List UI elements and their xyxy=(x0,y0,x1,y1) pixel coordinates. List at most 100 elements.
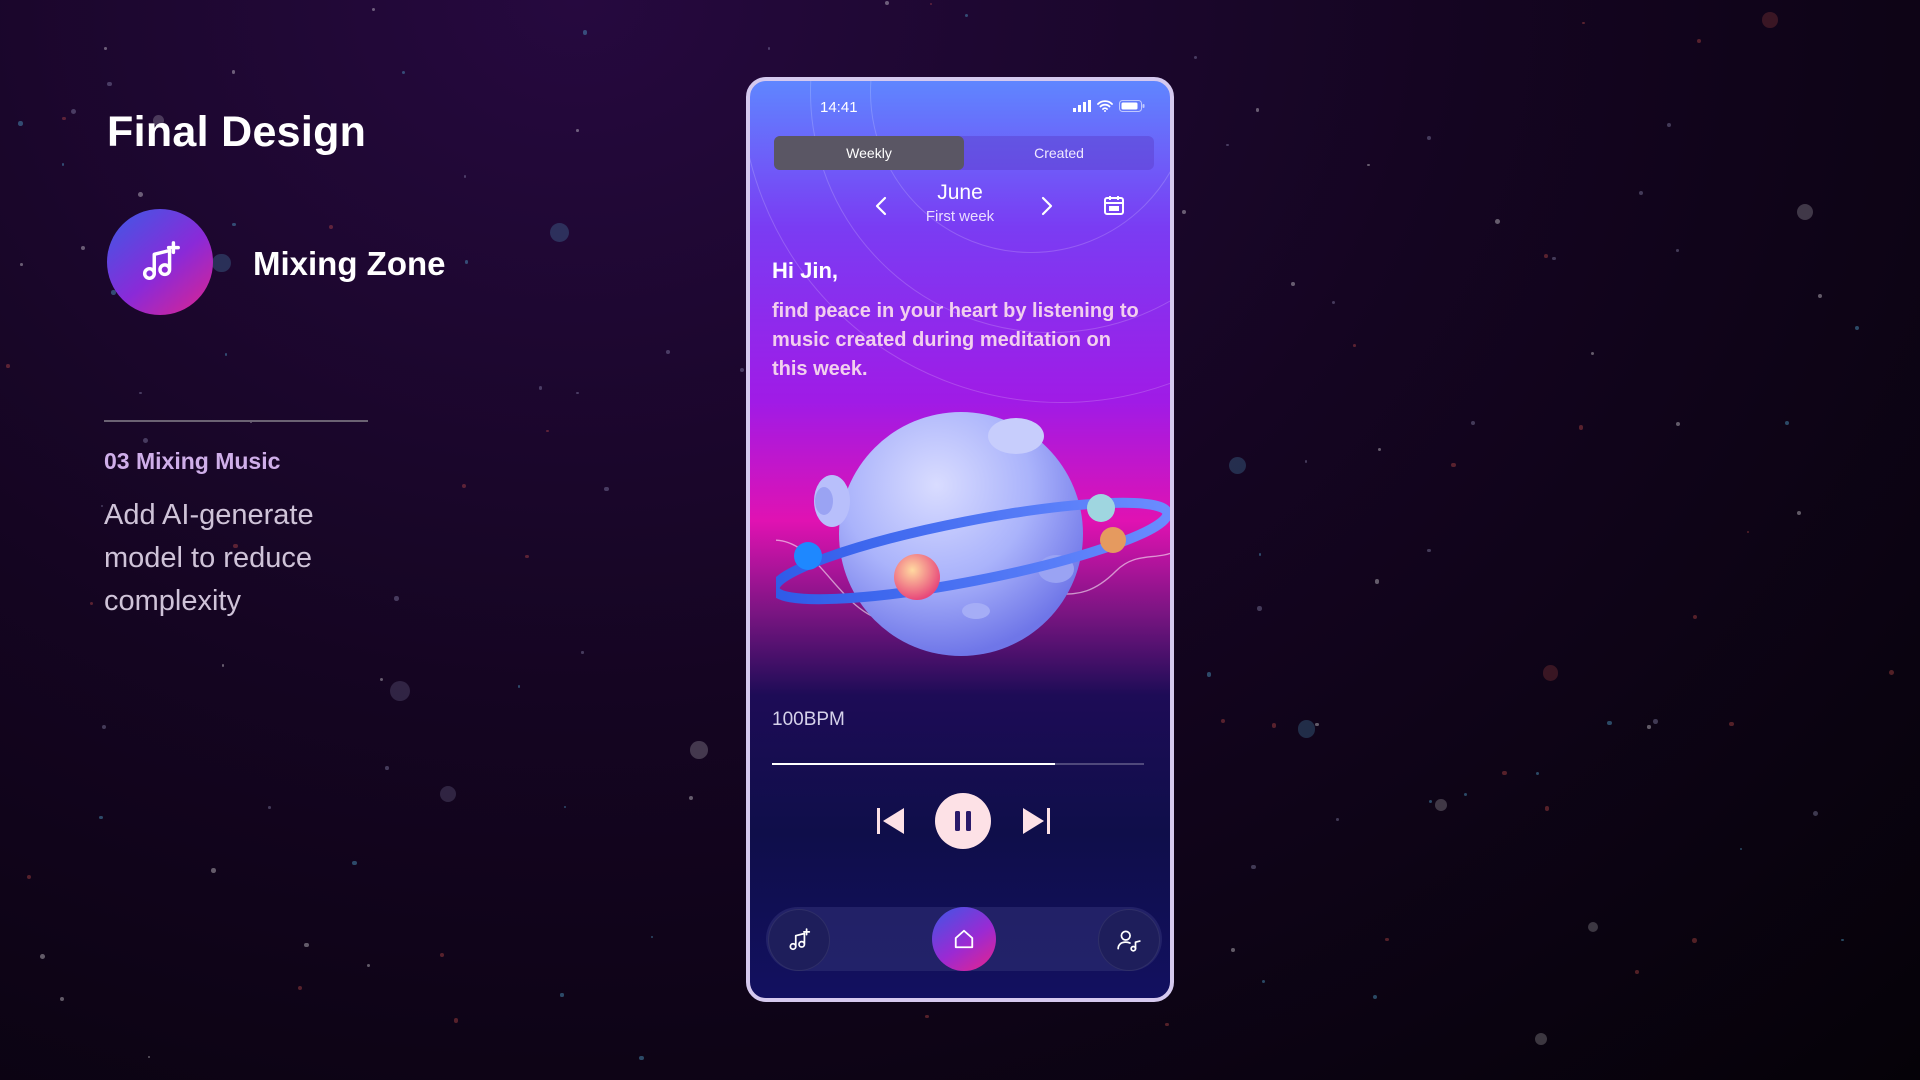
star-dot xyxy=(1258,553,1262,556)
star-dot xyxy=(328,224,334,230)
star-dot xyxy=(221,664,225,667)
status-bar: 14:41 xyxy=(750,81,1170,131)
nav-mixing-button[interactable] xyxy=(768,909,830,971)
star-dot xyxy=(1435,799,1447,811)
star-dot xyxy=(1471,420,1476,425)
nav-profile-button[interactable] xyxy=(1098,909,1160,971)
star-dot xyxy=(102,724,107,730)
star-dot xyxy=(546,429,549,432)
star-dot xyxy=(142,438,148,444)
star-dot xyxy=(71,109,77,115)
star-dot xyxy=(268,805,271,809)
star-dot xyxy=(147,1055,151,1059)
star-dot xyxy=(1667,122,1672,127)
calendar-icon[interactable] xyxy=(1102,193,1126,217)
star-dot xyxy=(1551,256,1556,261)
star-dot xyxy=(1230,948,1235,952)
star-dot xyxy=(525,554,529,559)
star-dot xyxy=(688,795,693,801)
divider xyxy=(104,420,368,422)
star-dot xyxy=(1855,326,1859,331)
star-dot xyxy=(1336,817,1340,821)
planet-illustration xyxy=(776,412,1170,656)
star-dot xyxy=(1813,810,1819,816)
star-dot xyxy=(690,741,708,759)
playback-progress[interactable] xyxy=(772,763,1144,765)
star-dot xyxy=(1255,108,1260,112)
star-dot xyxy=(1165,1023,1169,1027)
star-dot xyxy=(211,868,216,873)
bpm-label: 100BPM xyxy=(772,709,845,730)
star-dot xyxy=(18,121,23,126)
star-dot xyxy=(1579,425,1584,430)
star-dot xyxy=(1428,800,1432,804)
tab-weekly[interactable]: Weekly xyxy=(774,136,964,170)
star-dot xyxy=(1373,994,1378,999)
star-dot xyxy=(560,993,564,997)
star-dot xyxy=(27,874,32,879)
star-dot xyxy=(1739,848,1742,851)
tab-created[interactable]: Created xyxy=(964,136,1154,170)
star-dot xyxy=(538,386,543,390)
star-dot xyxy=(1262,979,1266,983)
star-dot xyxy=(100,504,104,508)
star-dot xyxy=(739,368,744,373)
star-dot xyxy=(19,263,23,266)
star-dot xyxy=(394,596,399,601)
star-dot xyxy=(518,685,521,688)
star-dot xyxy=(925,1014,929,1018)
star-dot xyxy=(366,963,370,967)
skip-next-icon[interactable] xyxy=(1020,805,1052,837)
star-dot xyxy=(401,70,406,75)
star-dot xyxy=(137,192,143,197)
star-dot xyxy=(1182,209,1187,214)
star-dot xyxy=(1385,937,1389,942)
greeting: Hi Jin, xyxy=(772,258,839,283)
star-dot xyxy=(1502,770,1507,776)
star-dot xyxy=(1374,579,1380,585)
star-dot xyxy=(651,935,654,938)
star-dot xyxy=(1271,722,1277,728)
star-dot xyxy=(1796,510,1802,516)
star-dot xyxy=(1377,448,1381,452)
star-dot xyxy=(232,222,236,227)
star-dot xyxy=(666,350,670,355)
chevron-right-icon[interactable] xyxy=(1036,195,1056,217)
star-dot xyxy=(1582,21,1585,25)
star-dot xyxy=(464,260,469,265)
star-dot xyxy=(549,223,569,243)
star-dot xyxy=(1635,970,1639,974)
star-dot xyxy=(224,353,228,357)
star-dot xyxy=(385,766,389,770)
nav-home-button[interactable] xyxy=(932,907,996,971)
battery-icon xyxy=(1119,100,1145,112)
user-music-icon xyxy=(1117,930,1141,952)
pause-icon xyxy=(955,811,971,831)
star-dot xyxy=(297,986,302,991)
wifi-icon xyxy=(1097,100,1113,112)
star-dot xyxy=(1746,530,1750,534)
star-dot xyxy=(1193,55,1197,60)
star-dot xyxy=(1534,1032,1547,1046)
star-dot xyxy=(1463,793,1468,797)
progress-fill xyxy=(772,763,1055,765)
star-dot xyxy=(563,805,566,808)
pause-button[interactable] xyxy=(935,793,991,849)
signal-icon xyxy=(1073,100,1091,112)
section-description: Add AI-generate model to reduce complexi… xyxy=(104,499,314,617)
status-time: 14:41 xyxy=(820,99,858,116)
star-dot xyxy=(5,364,10,368)
star-dot xyxy=(1535,771,1539,776)
star-dot xyxy=(1495,219,1501,225)
star-dot xyxy=(639,1055,644,1061)
welcome-message: find peace in your heart by listening to… xyxy=(772,300,1139,380)
star-dot xyxy=(1675,249,1679,252)
star-dot xyxy=(439,952,444,957)
skip-previous-icon[interactable] xyxy=(875,805,907,837)
star-dot xyxy=(1228,457,1247,475)
feature-icon-badge xyxy=(107,209,213,315)
star-dot xyxy=(1544,806,1550,811)
star-dot xyxy=(1785,420,1790,425)
star-dot xyxy=(1544,253,1549,258)
star-dot xyxy=(1639,190,1644,196)
